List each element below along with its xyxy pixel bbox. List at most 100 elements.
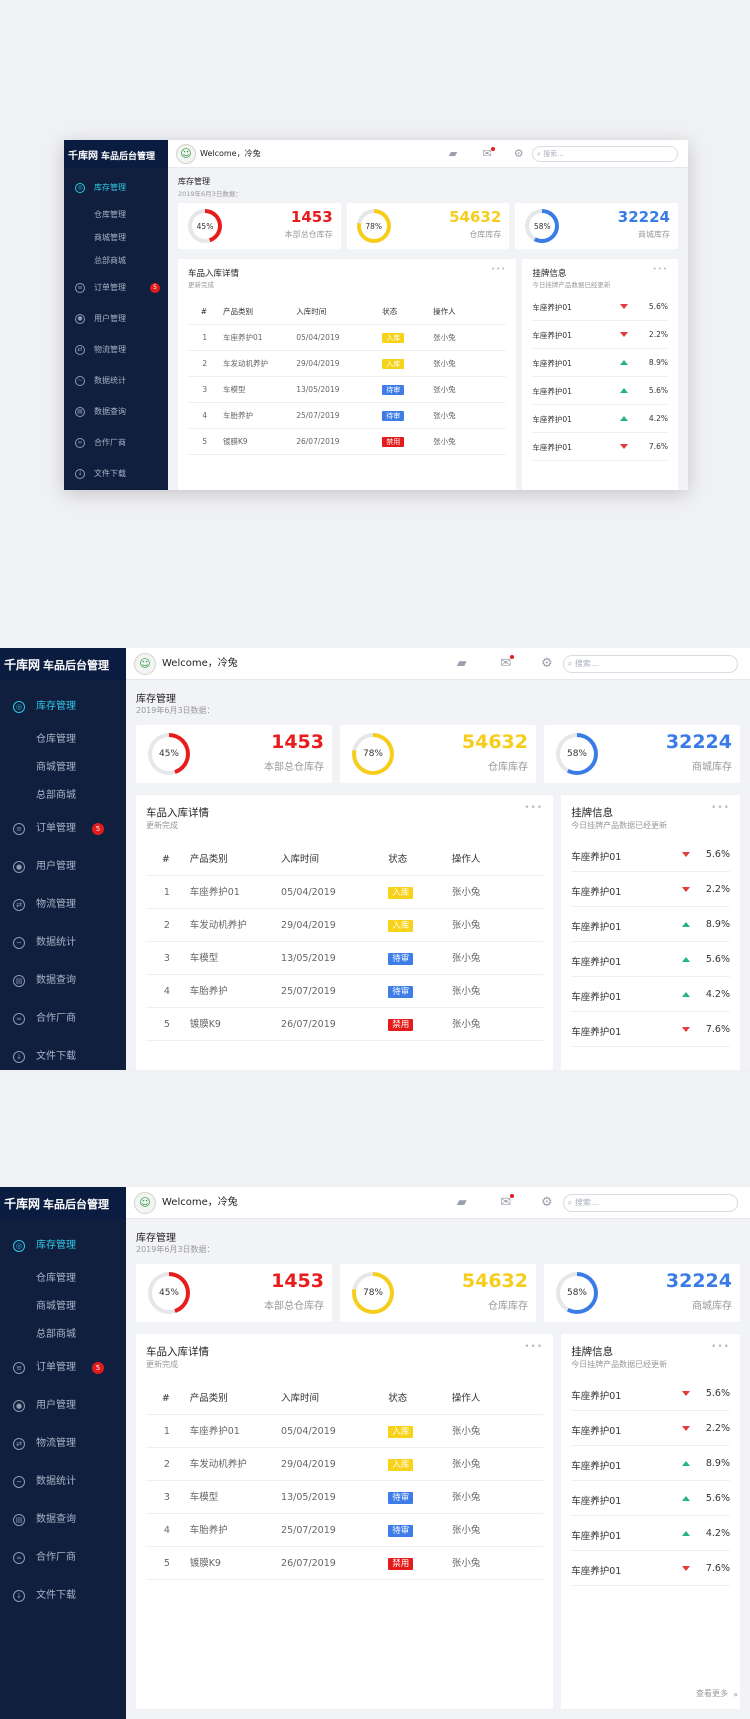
search-input[interactable]: ⌕ 搜索... [532, 146, 678, 162]
sidebar-item[interactable]: ▤ 数据查询 [0, 1501, 126, 1539]
gear-icon[interactable]: ⚙ [541, 648, 553, 680]
sidebar-item[interactable]: ~ 数据统计 [0, 1463, 126, 1501]
sidebar-item[interactable]: ↓ 文件下载 [64, 458, 168, 489]
sidebar-item-label: 总部商城 [94, 256, 126, 265]
listing-row[interactable]: 车座养护01 5.6% [571, 837, 730, 872]
inbound-panel: 车品入库详情 更新完成 ••• # 产品类别 入库时间 状态 操作人 1 车座养护01 05/04/… [178, 259, 517, 490]
listing-row[interactable]: 车座养护01 5.6% [571, 1481, 730, 1516]
cell-operator: 张小兔 [451, 1492, 481, 1503]
sidebar-item[interactable]: ≡ 订单管理 5 [64, 272, 168, 303]
folder-icon[interactable]: ▰ [457, 648, 467, 680]
table-row[interactable]: 4 车胎养护 25/07/2019 待审 张小兔 [188, 403, 507, 429]
listing-row[interactable]: 车座养护01 8.9% [571, 1446, 730, 1481]
sidebar-item[interactable]: 仓库管理 [64, 203, 168, 226]
sidebar-item[interactable]: ↓ 文件下载 [0, 1577, 126, 1615]
sidebar-item[interactable]: 总部商城 [0, 782, 126, 810]
table-row[interactable]: 3 车模型 13/05/2019 待审 张小兔 [188, 377, 507, 403]
sidebar-item[interactable]: ↓ 文件下载 [0, 1038, 126, 1070]
folder-icon[interactable]: ▰ [449, 140, 457, 168]
avatar[interactable]: ☺ [176, 144, 196, 164]
table-row[interactable]: 1 车座养护01 05/04/2019 入库 张小兔 [188, 325, 507, 351]
table-row[interactable]: 5 镀膜K9 26/07/2019 禁用 张小兔 [146, 1547, 544, 1580]
gear-icon[interactable]: ⚙ [514, 140, 524, 168]
more-options-icon[interactable]: ••• [491, 265, 506, 273]
progress-ring: 78% [352, 733, 394, 775]
listing-row[interactable]: 车座养护01 2.2% [571, 872, 730, 907]
sidebar-item[interactable]: 仓库管理 [0, 726, 126, 754]
folder-icon[interactable]: ▰ [457, 1187, 467, 1219]
sidebar-item[interactable]: ~ 数据统计 [64, 365, 168, 396]
logistics-icon: ⇄ [13, 899, 25, 911]
sidebar-item[interactable]: ● 用户管理 [64, 303, 168, 334]
listing-row[interactable]: 车座养护01 2.2% [571, 1411, 730, 1446]
listing-row[interactable]: 车座养护01 5.6% [532, 377, 668, 405]
sidebar-item[interactable]: ≡ 订单管理 5 [0, 1349, 126, 1387]
avatar[interactable]: ☺ [134, 1192, 156, 1214]
table-row[interactable]: 5 镀膜K9 26/07/2019 禁用 张小兔 [188, 429, 507, 455]
sidebar-item[interactable]: 总部商城 [64, 249, 168, 272]
sidebar-item[interactable]: ◎ 库存管理 [0, 1227, 126, 1265]
more-options-icon[interactable]: ••• [524, 803, 543, 813]
avatar[interactable]: ☺ [134, 653, 156, 675]
sidebar-item[interactable]: ⇄ 物流管理 [64, 334, 168, 365]
dashboard-preview-full: 千库网 车品后台管理 ◎ 库存管理 仓库管理 商城管理 总部商城 ≡ 订单管理 5 ● 用户管理 ⇄ 物流… [0, 1187, 750, 1719]
sidebar-item[interactable]: ● 用户管理 [0, 848, 126, 886]
listing-row[interactable]: 车座养护01 7.6% [571, 1551, 730, 1586]
table-row[interactable]: 2 车发动机养护 29/04/2019 入库 张小兔 [146, 1448, 544, 1481]
sidebar-item[interactable]: 商城管理 [0, 754, 126, 782]
listing-row[interactable]: 车座养护01 7.6% [571, 1012, 730, 1047]
listing-row[interactable]: 车座养护01 5.6% [571, 1376, 730, 1411]
sidebar-item[interactable]: ≡ 订单管理 5 [0, 810, 126, 848]
more-options-icon[interactable]: ••• [711, 803, 730, 813]
sidebar-item[interactable]: ▤ 数据查询 [64, 396, 168, 427]
listing-row[interactable]: 车座养护01 7.6% [532, 433, 668, 461]
cell-category: 车胎养护 [223, 411, 254, 420]
message-icon[interactable]: ✉ [500, 648, 515, 680]
sidebar-item[interactable]: ⇄ 物流管理 [0, 886, 126, 924]
table-row[interactable]: 4 车胎养护 25/07/2019 待审 张小兔 [146, 1514, 544, 1547]
search-input[interactable]: ⌕ 搜索... [562, 655, 738, 673]
listing-row[interactable]: 车座养护01 2.2% [532, 321, 668, 349]
notification-badge: 5 [150, 282, 160, 293]
trend-up-icon [681, 956, 690, 962]
sidebar-item[interactable]: ◎ 库存管理 [0, 688, 126, 726]
listing-row[interactable]: 车座养护01 5.6% [532, 293, 668, 321]
sidebar-item[interactable]: ▤ 数据查询 [0, 962, 126, 1000]
view-more-link[interactable]: 查看更多 [696, 1688, 728, 1699]
table-row[interactable]: 2 车发动机养护 29/04/2019 入库 张小兔 [188, 351, 507, 377]
sidebar-item[interactable]: 商城管理 [0, 1293, 126, 1321]
listing-row[interactable]: 车座养护01 4.2% [532, 405, 668, 433]
gear-icon[interactable]: ⚙ [541, 1187, 553, 1219]
message-icon[interactable]: ✉ [500, 1187, 515, 1219]
sidebar-item[interactable]: 仓库管理 [0, 1265, 126, 1293]
sidebar-item[interactable]: ◎ 库存管理 [64, 172, 168, 203]
listing-row[interactable]: 车座养护01 8.9% [532, 349, 668, 377]
listing-row[interactable]: 车座养护01 8.9% [571, 907, 730, 942]
sidebar-item[interactable]: ~ 数据统计 [0, 924, 126, 962]
message-icon[interactable]: ✉ [483, 140, 495, 168]
search-placeholder: 搜索... [543, 150, 564, 158]
more-options-icon[interactable]: ••• [524, 1342, 543, 1352]
sidebar-item[interactable]: ∞ 合作厂商 [64, 427, 168, 458]
table-row[interactable]: 3 车模型 13/05/2019 待审 张小兔 [146, 942, 544, 975]
table-row[interactable]: 5 镀膜K9 26/07/2019 禁用 张小兔 [146, 1008, 544, 1041]
table-row[interactable]: 3 车模型 13/05/2019 待审 张小兔 [146, 1481, 544, 1514]
sidebar-item[interactable]: ● 用户管理 [0, 1387, 126, 1425]
more-options-icon[interactable]: ••• [653, 265, 668, 273]
listing-row[interactable]: 车座养护01 4.2% [571, 1516, 730, 1551]
table-row[interactable]: 1 车座养护01 05/04/2019 入库 张小兔 [146, 1415, 544, 1448]
top-bar: ☺ Welcome，冷兔 ▰ ✉ ⚙ ⌕ 搜索... [126, 648, 750, 680]
cell-no: 5 [163, 1019, 170, 1030]
search-input[interactable]: ⌕ 搜索... [562, 1194, 738, 1212]
table-row[interactable]: 2 车发动机养护 29/04/2019 入库 张小兔 [146, 909, 544, 942]
table-row[interactable]: 4 车胎养护 25/07/2019 待审 张小兔 [146, 975, 544, 1008]
sidebar-item[interactable]: ∞ 合作厂商 [0, 1539, 126, 1577]
table-row[interactable]: 1 车座养护01 05/04/2019 入库 张小兔 [146, 876, 544, 909]
sidebar-item[interactable]: ∞ 合作厂商 [0, 1000, 126, 1038]
sidebar-item[interactable]: 总部商城 [0, 1321, 126, 1349]
sidebar-item[interactable]: 商城管理 [64, 226, 168, 249]
sidebar-item[interactable]: ⇄ 物流管理 [0, 1425, 126, 1463]
listing-row[interactable]: 车座养护01 5.6% [571, 942, 730, 977]
listing-row[interactable]: 车座养护01 4.2% [571, 977, 730, 1012]
more-options-icon[interactable]: ••• [711, 1342, 730, 1352]
